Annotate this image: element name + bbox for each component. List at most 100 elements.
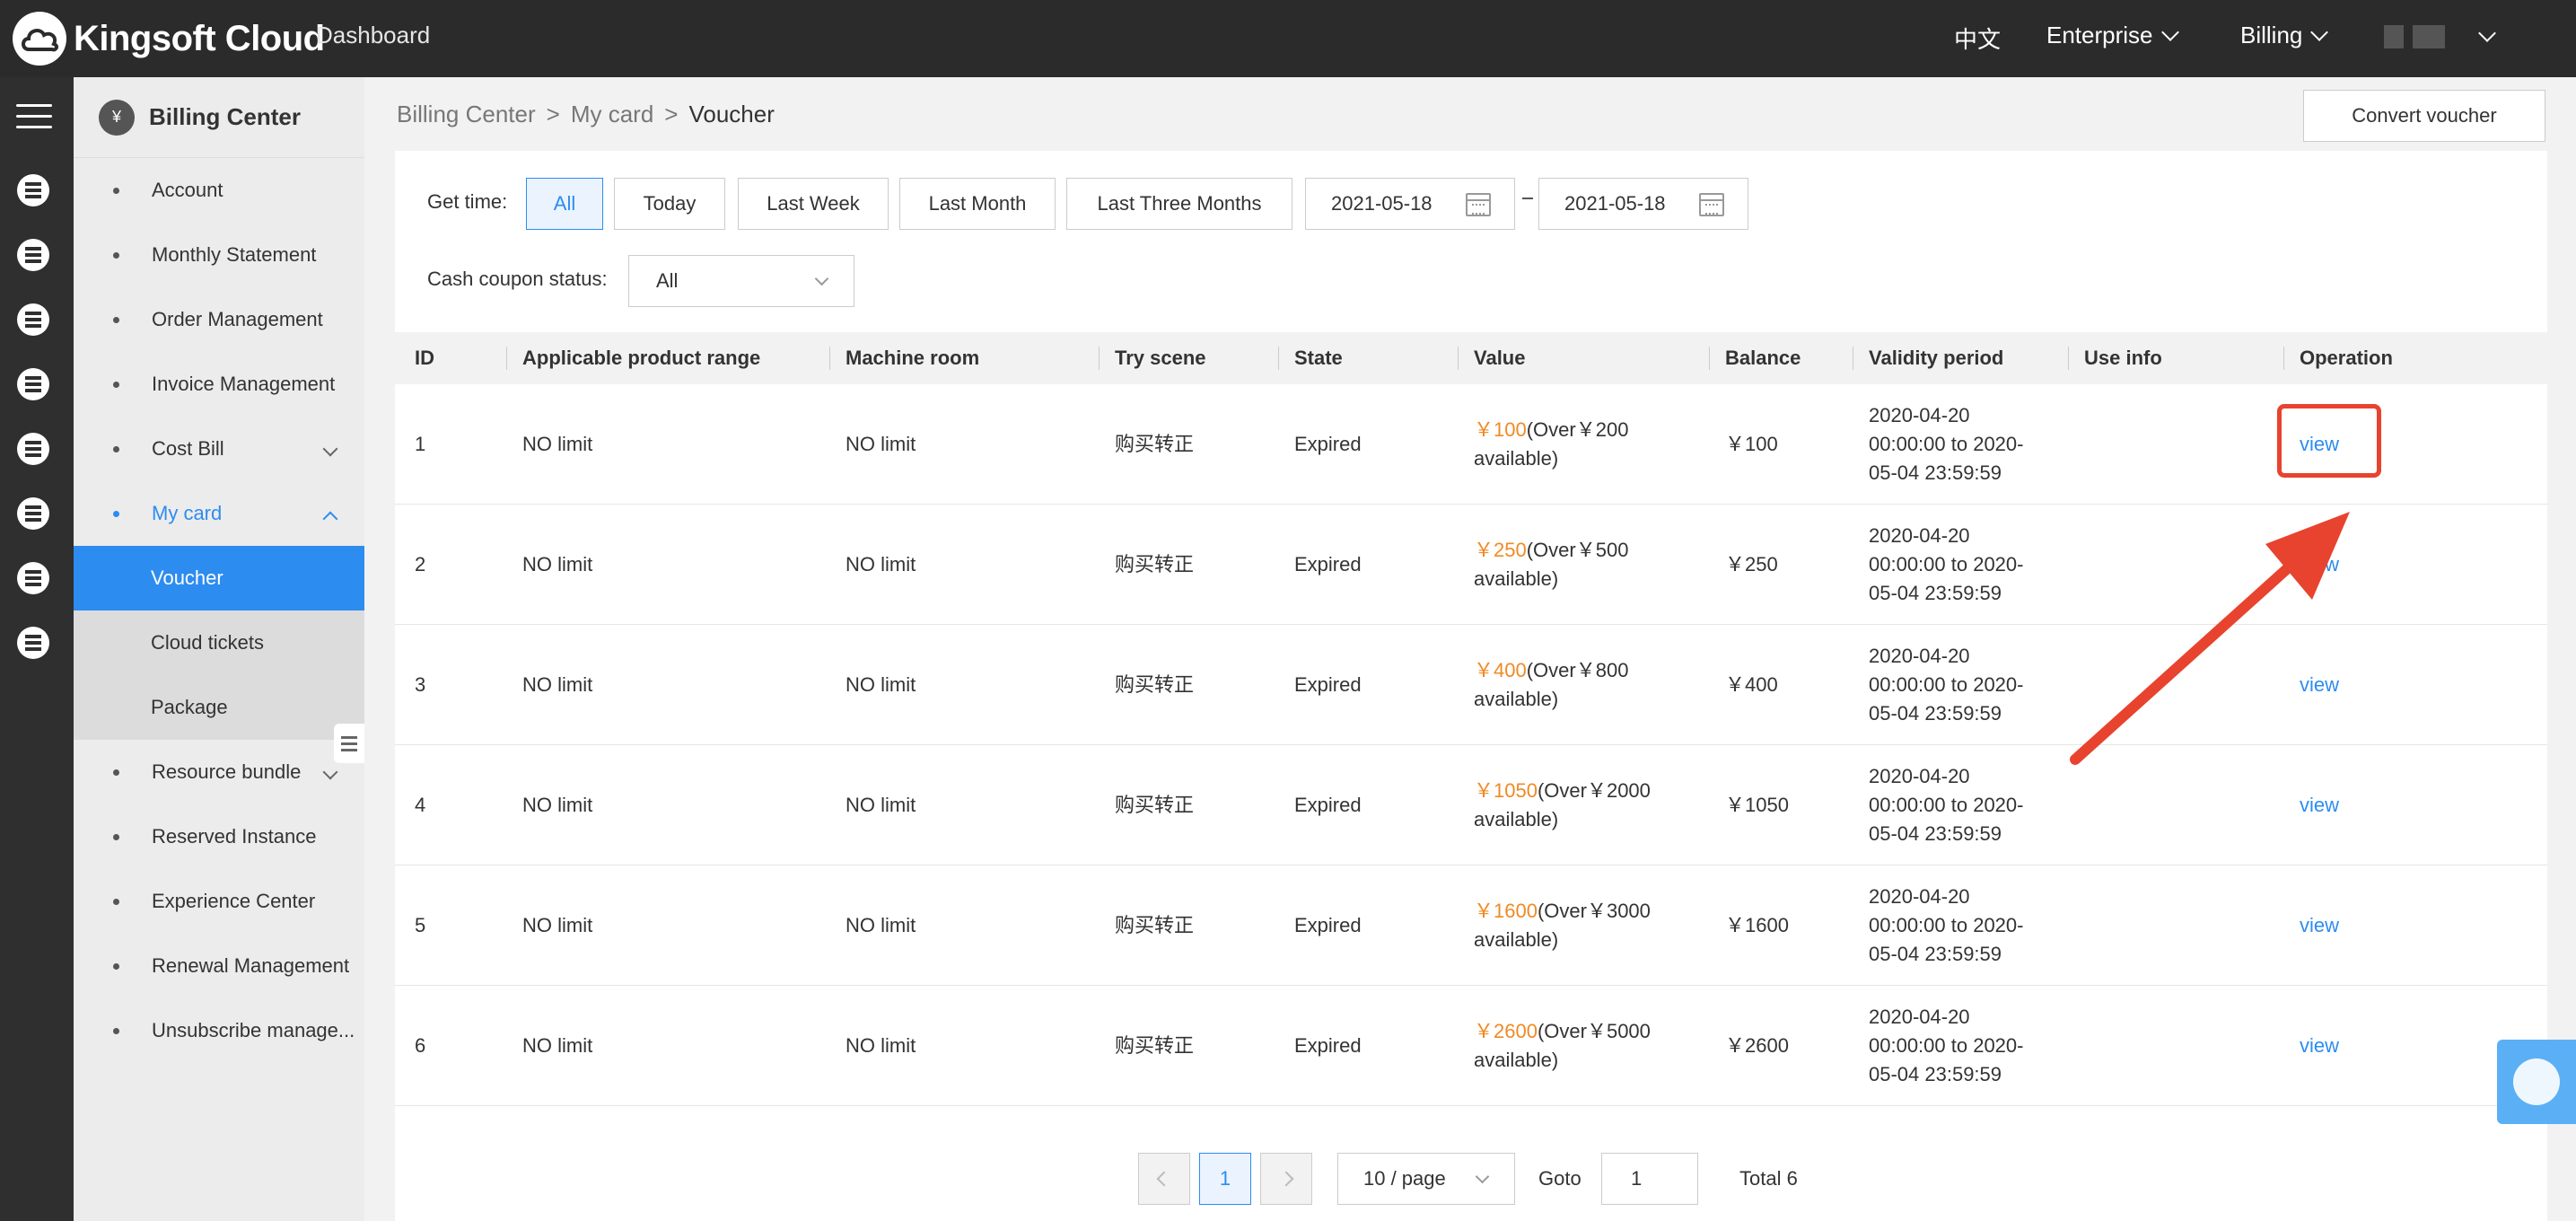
topology-icon[interactable] <box>17 303 49 336</box>
col-value: Value <box>1474 347 1526 369</box>
cell-id: 3 <box>415 673 426 696</box>
get-time-label: Get time: <box>427 190 508 213</box>
brand-logo[interactable]: Kingsoft Cloud <box>13 11 325 66</box>
cell-product-range: NO limit <box>522 914 593 936</box>
goto-page-input[interactable]: 1 <box>1601 1153 1698 1205</box>
sidebar-item-label: Order Management <box>152 308 323 330</box>
server-icon[interactable] <box>17 174 49 206</box>
sidebar-item-renewal-management[interactable]: Renewal Management <box>74 934 364 998</box>
menu-icon[interactable] <box>16 104 52 136</box>
cash-coupon-status-label: Cash coupon status: <box>427 268 608 290</box>
layers-icon[interactable] <box>17 497 49 530</box>
voucher-threshold-suffix: available) <box>1474 567 1559 590</box>
date-to-input[interactable]: 2021-05-18 <box>1538 178 1748 230</box>
sidebar-item-label: Invoice Management <box>152 373 336 395</box>
chevron-down-icon <box>322 441 338 457</box>
validity-line: 05-04 23:59:59 <box>1869 582 2002 604</box>
chevron-down-icon <box>322 764 338 780</box>
dashboard-link[interactable]: Dashboard <box>316 22 430 49</box>
voucher-threshold: (Over￥500 <box>1526 539 1629 561</box>
cell-try-scene: 购买转正 <box>1115 433 1195 455</box>
breadcrumb: Billing Center > My card > Voucher <box>397 101 775 128</box>
voucher-threshold: (Over￥800 <box>1526 659 1629 681</box>
goto-label: Goto <box>1538 1167 1582 1190</box>
breadcrumb-my-card[interactable]: My card <box>571 101 653 128</box>
convert-voucher-button[interactable]: Convert voucher <box>2303 90 2545 142</box>
sidebar-item-my-card[interactable]: My card <box>74 481 364 546</box>
bullet-icon <box>113 898 119 905</box>
database-icon[interactable] <box>17 433 49 465</box>
cell-value: ￥400(Over￥800 available) <box>1474 656 1628 714</box>
view-link[interactable]: view <box>2300 1032 2339 1060</box>
validity-line: 00:00:00 to 2020- <box>1869 794 2024 816</box>
enterprise-menu[interactable]: Enterprise <box>2046 22 2179 49</box>
validity-line: 2020-04-20 <box>1869 645 1970 667</box>
user-menu[interactable] <box>2384 24 2496 48</box>
sidebar-item-order-management[interactable]: Order Management <box>74 287 364 352</box>
cell-validity-period: 2020-04-20 00:00:00 to 2020- 05-04 23:59… <box>1869 1003 2023 1089</box>
language-switch[interactable]: 中文 <box>1954 22 2001 55</box>
page-size-select[interactable]: 10 / page <box>1337 1153 1515 1205</box>
sidebar-item-invoice-management[interactable]: Invoice Management <box>74 352 364 417</box>
sidebar-collapse-handle[interactable] <box>334 724 364 763</box>
customer-service-float-button[interactable] <box>2497 1040 2576 1124</box>
cell-balance: ￥1050 <box>1725 794 1789 816</box>
sidebar-item-cost-bill[interactable]: Cost Bill <box>74 417 364 481</box>
range-all-button[interactable]: All <box>526 178 603 230</box>
sidebar-item-monthly-statement[interactable]: Monthly Statement <box>74 223 364 287</box>
network-icon[interactable] <box>17 239 49 271</box>
prev-page-button[interactable] <box>1138 1153 1190 1205</box>
cell-balance: ￥400 <box>1725 673 1778 696</box>
range-last-week-button[interactable]: Last Week <box>738 178 889 230</box>
sidebar-item-label: Account <box>152 179 223 201</box>
cell-product-range: NO limit <box>522 433 593 455</box>
date-from-input[interactable]: 2021-05-18 <box>1305 178 1515 230</box>
cell-id: 1 <box>415 433 426 455</box>
view-link[interactable]: view <box>2300 911 2339 940</box>
table-header: ID Applicable product range Machine room… <box>395 332 2547 384</box>
sidebar-header: ¥ Billing Center <box>74 77 364 158</box>
globe-icon[interactable] <box>17 368 49 400</box>
voucher-panel: Get time: All Today Last Week Last Month… <box>395 151 2547 1221</box>
next-page-button[interactable] <box>1260 1153 1312 1205</box>
sidebar-item-account[interactable]: Account <box>74 158 364 223</box>
avatar <box>2384 25 2404 48</box>
cell-balance: ￥250 <box>1725 553 1778 575</box>
range-last-month-button[interactable]: Last Month <box>899 178 1056 230</box>
col-validity-period: Validity period <box>1869 347 2004 369</box>
voucher-threshold-suffix: available) <box>1474 1049 1559 1071</box>
top-bar: Kingsoft Cloud Dashboard 中文 Enterprise B… <box>0 0 2576 77</box>
bullet-icon <box>113 381 119 388</box>
cell-product-range: NO limit <box>522 794 593 816</box>
sidebar-subitem-voucher[interactable]: Voucher <box>74 546 364 610</box>
id-card-icon[interactable] <box>17 627 49 659</box>
view-link[interactable]: view <box>2300 791 2339 820</box>
cell-value: ￥1050(Over￥2000 available) <box>1474 777 1651 834</box>
total-count: Total 6 <box>1739 1167 1798 1190</box>
sidebar-item-reserved-instance[interactable]: Reserved Instance <box>74 804 364 869</box>
sidebar-subitem-cloud-tickets[interactable]: Cloud tickets <box>74 610 364 675</box>
sidebar: ¥ Billing Center Account Monthly Stateme… <box>74 77 364 1221</box>
cash-coupon-status-select[interactable]: All <box>628 255 854 307</box>
cell-value: ￥2600(Over￥5000 available) <box>1474 1017 1651 1075</box>
sidebar-subitem-package[interactable]: Package <box>74 675 364 740</box>
sidebar-item-unsubscribe-management[interactable]: Unsubscribe manage... <box>74 998 364 1063</box>
bullet-icon <box>113 833 119 840</box>
chevron-down-icon <box>2310 22 2329 41</box>
sidebar-item-resource-bundle[interactable]: Resource bundle <box>74 740 364 804</box>
page-1-button[interactable]: 1 <box>1199 1153 1251 1205</box>
voucher-threshold-suffix: available) <box>1474 808 1559 830</box>
cell-try-scene: 购买转正 <box>1115 673 1195 696</box>
cloud-upload-icon[interactable] <box>17 562 49 594</box>
sidebar-item-experience-center[interactable]: Experience Center <box>74 869 364 934</box>
cell-value: ￥250(Over￥500 available) <box>1474 536 1628 593</box>
cloud-chat-icon <box>2513 1058 2560 1105</box>
chevron-down-icon <box>1475 1169 1490 1184</box>
billing-menu[interactable]: Billing <box>2240 22 2329 49</box>
range-today-button[interactable]: Today <box>614 178 725 230</box>
breadcrumb-root[interactable]: Billing Center <box>397 101 536 128</box>
sidebar-item-label: Cost Bill <box>152 437 224 460</box>
col-try-scene: Try scene <box>1115 347 1206 369</box>
range-last-three-months-button[interactable]: Last Three Months <box>1066 178 1292 230</box>
date-from-value: 2021-05-18 <box>1331 192 1433 215</box>
